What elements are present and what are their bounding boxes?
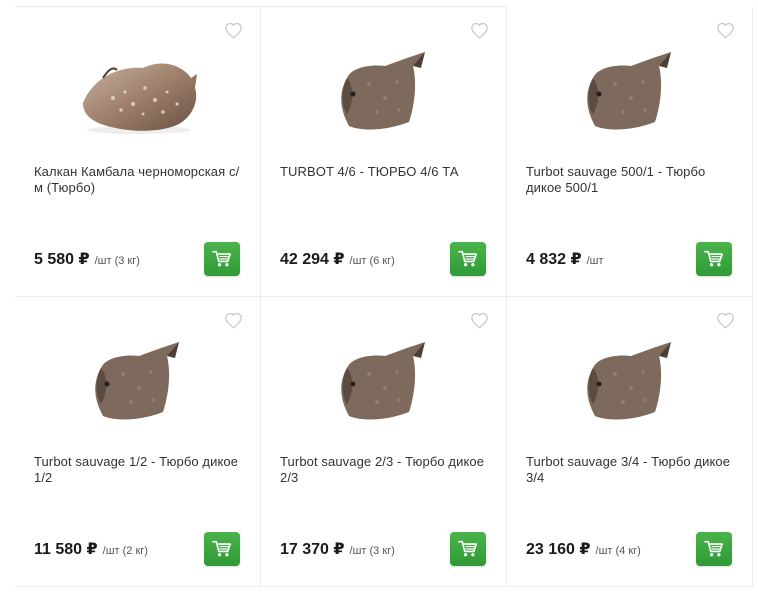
product-grid: Калкан Камбала черноморская с/м (Тюрбо) … [15,7,753,587]
product-image[interactable] [15,335,260,430]
turbot-top-image [340,341,425,419]
price-row: 5 580 ₽ /шт (3 кг) [34,249,140,269]
price-row: 4 832 ₽ /шт [526,249,604,269]
price-row: 11 580 ₽ /шт (2 кг) [34,539,148,559]
product-card[interactable]: Turbot sauvage 2/3 - Тюрбо дикое 2/3 17 … [261,297,507,587]
product-card[interactable]: Turbot sauvage 1/2 - Тюрбо дикое 1/2 11 … [15,297,261,587]
product-card[interactable]: Turbot sauvage 500/1 - Тюрбо дикое 500/1… [507,7,753,297]
add-to-cart-button[interactable] [696,242,732,276]
turbot-top-image [340,51,425,129]
product-price: 42 294 ₽ [280,251,345,268]
price-unit: /шт [586,255,604,267]
price-unit: /шт (2 кг) [102,545,148,557]
product-title[interactable]: TURBOT 4/6 - ТЮРБО 4/6 ТА [280,164,488,180]
product-image[interactable] [507,45,752,140]
add-to-cart-button[interactable] [204,242,240,276]
add-to-cart-button[interactable] [204,532,240,566]
product-title[interactable]: Turbot sauvage 1/2 - Тюрбо дикое 1/2 [34,454,242,486]
add-to-cart-button[interactable] [450,242,486,276]
price-row: 23 160 ₽ /шт (4 кг) [526,539,641,559]
product-card[interactable]: Калкан Камбала черноморская с/м (Тюрбо) … [15,7,261,297]
price-unit: /шт (3 кг) [94,255,140,267]
product-price: 17 370 ₽ [280,541,345,558]
heart-outline-icon[interactable] [224,312,243,329]
heart-outline-icon[interactable] [224,22,243,39]
turbot-top-image [94,341,179,419]
product-card[interactable]: TURBOT 4/6 - ТЮРБО 4/6 ТА 42 294 ₽ /шт (… [261,7,507,297]
heart-outline-icon[interactable] [470,312,489,329]
turbot-top-image [586,51,671,129]
heart-outline-icon[interactable] [716,312,735,329]
whole-turbot-side-image [82,62,197,134]
shopping-cart-icon [704,540,723,557]
product-title[interactable]: Калкан Камбала черноморская с/м (Тюрбо) [34,164,242,196]
heart-outline-icon[interactable] [716,22,735,39]
price-unit: /шт (3 кг) [349,545,395,557]
product-title[interactable]: Turbot sauvage 500/1 - Тюрбо дикое 500/1 [526,164,734,196]
price-unit: /шт (6 кг) [349,255,395,267]
price-row: 42 294 ₽ /шт (6 кг) [280,249,395,269]
shopping-cart-icon [704,250,723,267]
product-price: 5 580 ₽ [34,251,90,268]
shopping-cart-icon [458,540,477,557]
shopping-cart-icon [458,250,477,267]
product-image[interactable] [261,45,506,140]
add-to-cart-button[interactable] [696,532,732,566]
price-unit: /шт (4 кг) [595,545,641,557]
add-to-cart-button[interactable] [450,532,486,566]
product-title[interactable]: Turbot sauvage 3/4 - Тюрбо дикое 3/4 [526,454,734,486]
product-image[interactable] [261,335,506,430]
product-card[interactable]: Turbot sauvage 3/4 - Тюрбо дикое 3/4 23 … [507,297,753,587]
price-row: 17 370 ₽ /шт (3 кг) [280,539,395,559]
product-title[interactable]: Turbot sauvage 2/3 - Тюрбо дикое 2/3 [280,454,488,486]
shopping-cart-icon [212,250,231,267]
shopping-cart-icon [212,540,231,557]
product-image[interactable] [507,335,752,430]
product-price: 4 832 ₽ [526,251,582,268]
turbot-top-image [586,341,671,419]
heart-outline-icon[interactable] [470,22,489,39]
product-price: 23 160 ₽ [526,541,591,558]
product-price: 11 580 ₽ [34,541,98,558]
product-image[interactable] [15,45,260,140]
